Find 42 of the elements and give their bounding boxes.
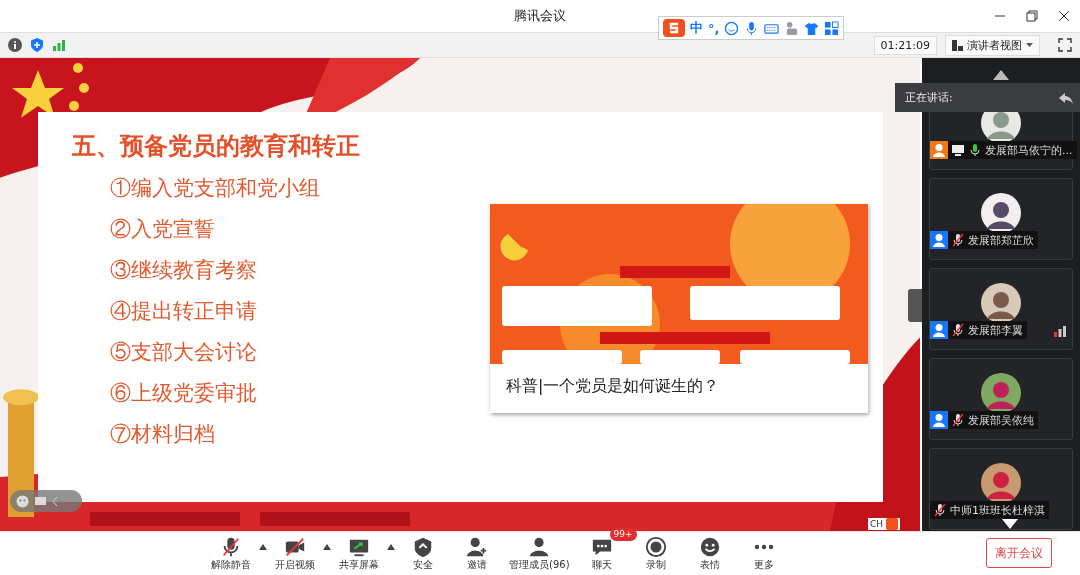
shirt-icon[interactable] [804,20,820,36]
ime-mode[interactable]: 中 [690,19,703,37]
participant-name: 中师1班班长杜梓淇 [950,502,1045,518]
members-button[interactable]: 管理成员(96) [505,536,574,572]
caret-icon[interactable] [323,544,331,550]
more-icon [753,544,774,550]
leave-meeting-button[interactable]: 离开会议 [986,538,1052,568]
ime-logo-icon[interactable] [663,19,685,37]
participant-name: 发展部李翼 [968,322,1023,338]
scroll-up-icon[interactable] [993,70,1009,80]
shield-icon [412,536,434,558]
signal-icon [52,38,66,52]
add-person-icon [466,536,488,558]
unread-badge: 99+ [609,528,637,541]
record-icon [644,536,667,558]
grid-icon[interactable] [824,20,840,36]
smiley-icon[interactable] [724,20,740,36]
shield-icon[interactable] [30,38,44,52]
more-button[interactable]: 更多 [737,536,790,572]
person-icon [528,536,551,558]
camera-off-icon [284,536,306,558]
security-button[interactable]: 安全 [397,536,449,572]
window-title: 腾讯会议 [514,7,566,25]
share-button[interactable]: 共享屏幕 [333,536,385,572]
punctuation-mode[interactable]: °, [708,20,720,36]
info-icon[interactable] [8,38,22,52]
emoji-button[interactable]: 表情 [683,536,736,572]
invite-button[interactable]: 邀请 [451,536,503,572]
meeting-timer: 01:21:09 [873,35,937,55]
smiley-icon [698,536,721,558]
caret-icon [1026,43,1033,47]
participant-name: 发展部郑芷欣 [968,232,1034,248]
fullscreen-icon[interactable] [1058,38,1072,52]
mic-button[interactable]: 解除静音 [205,536,257,572]
video-button[interactable]: 开启视频 [269,536,321,572]
layout-icon [952,39,963,51]
caret-icon[interactable] [259,544,267,550]
participant-name: 发展部马依宁的... [985,142,1073,158]
caret-icon[interactable] [387,544,395,550]
participant-name: 发展部吴依纯 [968,412,1034,428]
view-mode-dropdown[interactable]: 演讲者视图 [945,34,1040,56]
mic-muted-icon [220,536,242,558]
